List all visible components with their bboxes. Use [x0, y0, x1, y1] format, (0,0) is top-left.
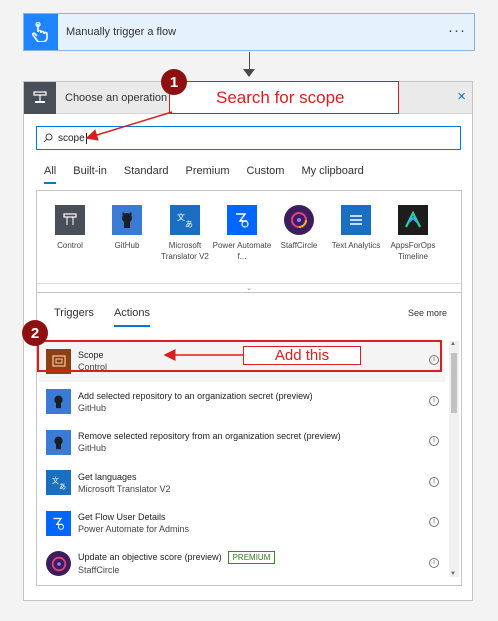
- github-icon: [112, 205, 142, 235]
- text-analytics-icon: [341, 205, 371, 235]
- connector-appsforops[interactable]: AppsForOps Timeline: [383, 205, 443, 262]
- svg-text:あ: あ: [59, 482, 66, 491]
- operation-icon: [24, 81, 56, 114]
- staffcircle-icon: [284, 205, 314, 235]
- action-source: GitHub: [78, 402, 107, 413]
- tab-triggers[interactable]: Triggers: [54, 307, 94, 327]
- translator-icon: 文あ: [46, 470, 71, 496]
- tab-all[interactable]: All: [44, 165, 57, 184]
- category-tabs: All Built-in Standard Premium Custom My …: [44, 165, 381, 184]
- step-badge-2: 2: [22, 320, 48, 346]
- info-icon[interactable]: i: [429, 557, 439, 568]
- control-icon: [55, 205, 85, 235]
- tab-premium[interactable]: Premium: [186, 165, 230, 184]
- appsforops-icon: [398, 205, 428, 235]
- action-name: Get languages: [78, 471, 137, 482]
- connector-power-automate[interactable]: Power Automate f...: [212, 205, 272, 262]
- text-cursor: [85, 132, 87, 144]
- action-item-remove-repo-secret[interactable]: Remove selected repository from an organ…: [39, 422, 445, 463]
- action-item-add-repo-secret[interactable]: Add selected repository to an organizati…: [39, 382, 445, 423]
- action-type-tabs: Triggers Actions: [54, 307, 170, 327]
- actions-list: Scope Control i Add selected repository t…: [39, 341, 445, 584]
- connector-arrow-icon: [243, 69, 255, 77]
- search-value: scope: [58, 132, 85, 144]
- connector-label: GitHub: [114, 241, 140, 250]
- scroll-down-icon[interactable]: ▼: [450, 571, 456, 577]
- action-name: Remove selected repository from an organ…: [78, 431, 341, 442]
- action-source: Microsoft Translator V2: [78, 483, 171, 494]
- annotation-add-this-label: Add this: [243, 346, 361, 365]
- info-icon[interactable]: i: [429, 476, 439, 487]
- action-item-update-objective[interactable]: Update an objective score (preview) PREMI…: [39, 544, 445, 585]
- connector-staffcircle[interactable]: StaffCircle: [269, 205, 329, 251]
- step-badge-1: 1: [161, 69, 187, 95]
- info-icon[interactable]: i: [429, 436, 439, 446]
- tab-standard[interactable]: Standard: [124, 165, 169, 184]
- action-item-get-languages[interactable]: 文あ Get languages Microsoft Translator V2 …: [39, 463, 445, 504]
- actions-scrollbar[interactable]: ▲ ▼: [449, 341, 459, 577]
- connector-control[interactable]: Control: [40, 205, 100, 251]
- connector-label: AppsForOps Timeline: [390, 241, 436, 261]
- tab-actions[interactable]: Actions: [113, 307, 151, 327]
- search-input[interactable]: scope: [36, 126, 461, 150]
- info-icon[interactable]: i: [429, 517, 439, 527]
- connector-label: Control: [57, 241, 83, 250]
- staffcircle-icon: [46, 551, 71, 577]
- panel-title: Choose an operation: [65, 91, 168, 104]
- connector-label: StaffCircle: [280, 241, 318, 250]
- tab-my-clipboard[interactable]: My clipboard: [301, 165, 363, 184]
- action-name: Update an objective score (preview) PREMI…: [78, 551, 276, 565]
- action-name-text: Update an objective score (preview): [78, 552, 222, 563]
- close-icon[interactable]: ×: [457, 88, 466, 105]
- connector-label: Power Automate f...: [212, 241, 272, 261]
- see-more-link[interactable]: See more: [408, 308, 447, 318]
- touch-trigger-icon: [24, 14, 58, 50]
- scroll-up-icon[interactable]: ▲: [450, 341, 456, 347]
- trigger-card[interactable]: Manually trigger a flow ···: [23, 13, 475, 51]
- svg-text:あ: あ: [185, 220, 193, 229]
- premium-badge: PREMIUM: [227, 551, 276, 565]
- connector-label: Text Analytics: [331, 241, 381, 250]
- annotation-highlight-box: [37, 340, 442, 372]
- tab-custom[interactable]: Custom: [247, 165, 285, 184]
- svg-text:文: 文: [177, 212, 185, 222]
- action-source: Power Automate for Admins: [78, 524, 190, 535]
- action-source: StaffCircle: [78, 565, 120, 576]
- info-icon[interactable]: i: [429, 395, 439, 406]
- connector-label: Microsoft Translator V2: [161, 241, 209, 261]
- scrollbar-thumb[interactable]: [451, 353, 457, 413]
- action-item-get-flow-user[interactable]: Get Flow User Details Power Automate for …: [39, 503, 445, 544]
- actions-box: Triggers Actions See more Scope Control i…: [36, 292, 462, 586]
- annotation-search-callout: Search for scope: [169, 81, 399, 114]
- translator-icon: 文あ: [170, 205, 200, 235]
- more-options-icon[interactable]: ···: [448, 22, 466, 39]
- tab-built-in[interactable]: Built-in: [73, 165, 107, 184]
- connector-text-analytics[interactable]: Text Analytics: [326, 205, 386, 251]
- github-icon: [46, 389, 71, 415]
- github-icon: [46, 429, 71, 455]
- trigger-title: Manually trigger a flow: [66, 26, 177, 38]
- connector-github[interactable]: GitHub: [97, 205, 157, 251]
- search-icon: [43, 133, 53, 143]
- connector-translator[interactable]: 文あ Microsoft Translator V2: [155, 205, 215, 262]
- power-automate-icon: [46, 510, 71, 536]
- connectors-grid: Control GitHub 文あ Microsoft Translator V…: [36, 190, 462, 293]
- action-source: GitHub: [78, 443, 107, 454]
- svg-text:文: 文: [51, 476, 58, 485]
- action-name: Get Flow User Details: [78, 512, 166, 523]
- action-name: Add selected repository to an organizati…: [78, 390, 313, 401]
- power-automate-icon: [227, 205, 257, 235]
